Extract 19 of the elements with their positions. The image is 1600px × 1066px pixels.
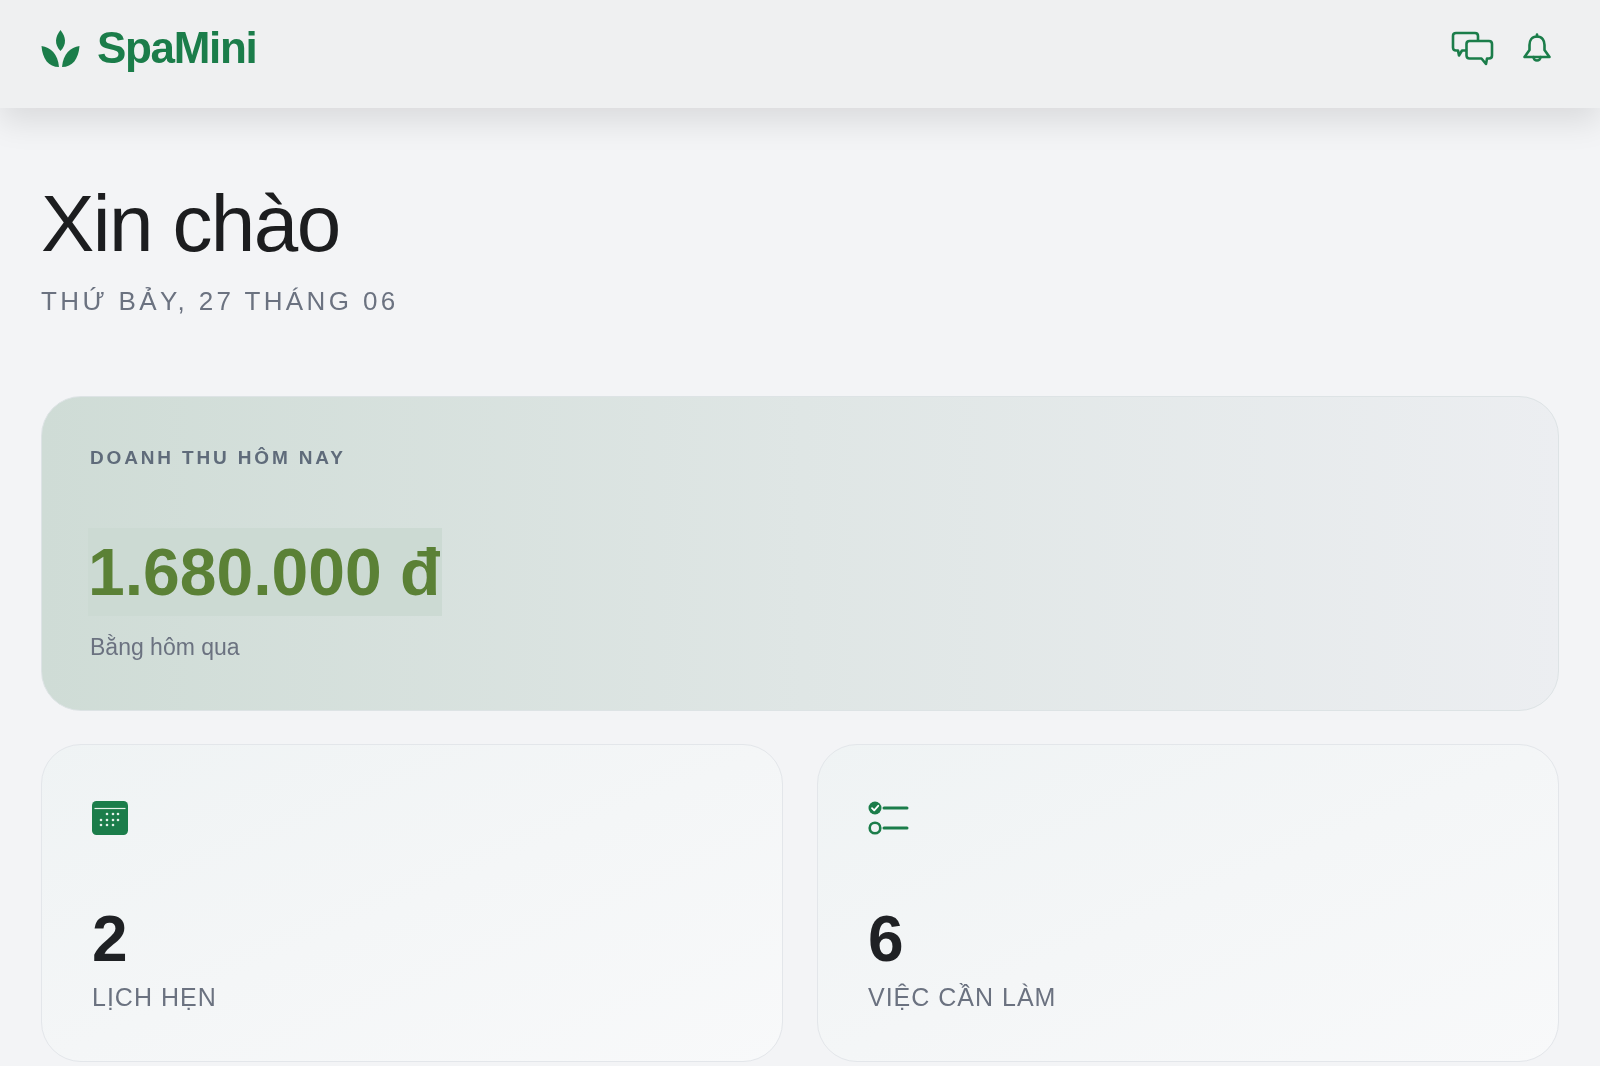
chat-bubbles-icon — [1451, 30, 1494, 66]
revenue-label: DOANH THU HÔM NAY — [90, 448, 346, 467]
brand-name: SpaMini — [97, 26, 257, 70]
bell-icon — [1521, 32, 1553, 64]
stat-label: LỊCH HẸN — [92, 985, 217, 1010]
stat-value: 6 — [868, 907, 904, 971]
greeting-title: Xin chào — [41, 184, 340, 264]
checklist-icon — [868, 801, 909, 836]
revenue-comparison: Bằng hôm qua — [90, 636, 240, 659]
messages-button[interactable] — [1451, 30, 1494, 66]
notifications-button[interactable] — [1521, 32, 1553, 64]
stat-value: 2 — [92, 907, 128, 971]
date-label: THỨ BẢY, 27 THÁNG 06 — [41, 288, 399, 314]
revenue-amount: 1.680.000 đ — [88, 528, 443, 616]
leaf-logo-icon — [40, 28, 81, 68]
stat-card[interactable]: 2 LỊCH HẸN — [41, 744, 783, 1062]
stat-card[interactable]: 6 VIỆC CẦN LÀM — [817, 744, 1559, 1062]
calendar-icon — [92, 801, 128, 835]
stat-label: VIỆC CẦN LÀM — [868, 985, 1057, 1010]
